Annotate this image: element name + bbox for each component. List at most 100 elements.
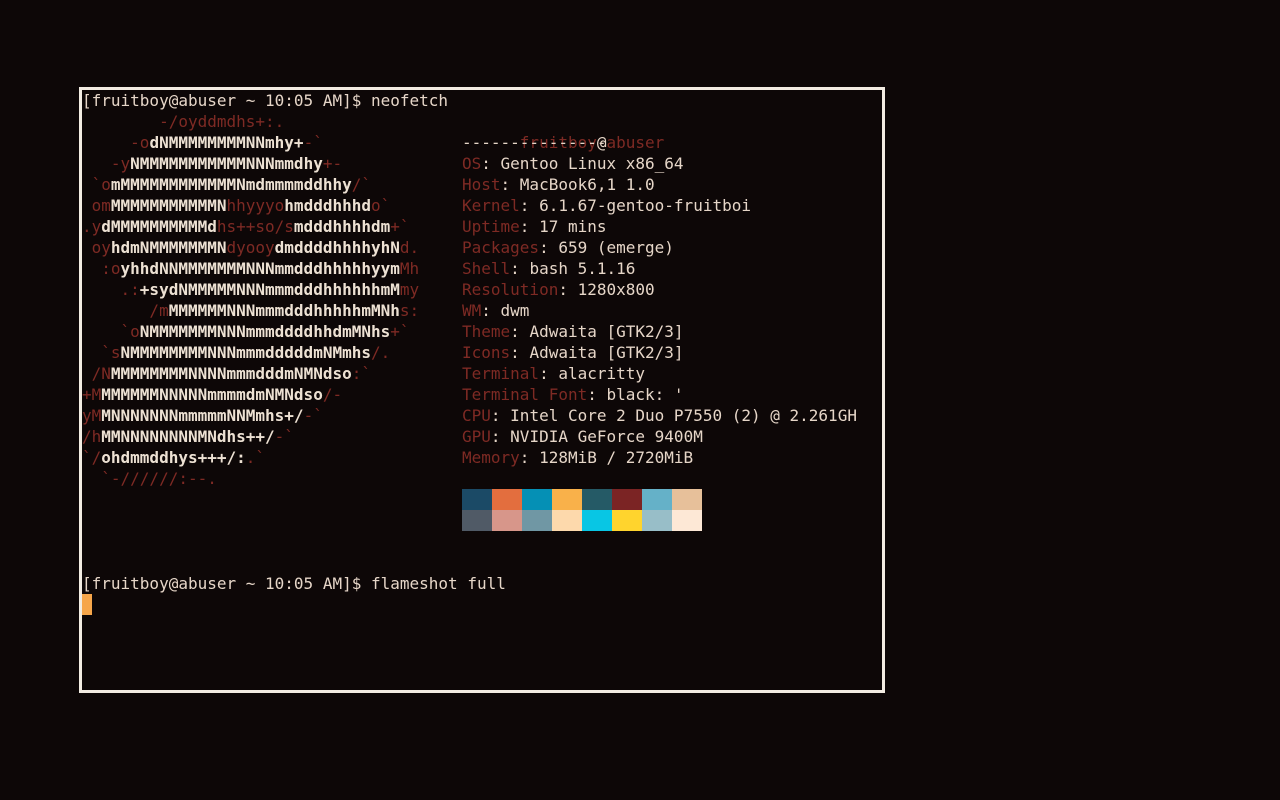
logo-segment: mMMMMMMMMMMMMNmdmmmmddhhy bbox=[110, 175, 352, 194]
palette-swatch bbox=[582, 510, 612, 531]
logo-segment: .y bbox=[82, 217, 102, 236]
logo-segment: /h bbox=[82, 427, 102, 446]
info-key: Shell bbox=[462, 259, 511, 278]
logo-segment: dmddddhhhhyhN bbox=[274, 238, 400, 257]
logo-segment: dMMMMMMMMMMd bbox=[101, 217, 217, 236]
info-separator: : bbox=[510, 259, 530, 278]
logo-segment: s: bbox=[399, 301, 420, 320]
logo-segment: /m bbox=[82, 301, 169, 320]
logo-segment: +M bbox=[82, 385, 102, 404]
info-row-icons: Icons: Adwaita [GTK2/3] bbox=[462, 342, 684, 363]
info-row-theme: Theme: Adwaita [GTK2/3] bbox=[462, 321, 684, 342]
info-row-wm: WM: dwm bbox=[462, 300, 529, 321]
info-separator: : bbox=[539, 364, 559, 383]
logo-segment: +` bbox=[390, 217, 410, 236]
palette-swatch bbox=[522, 489, 552, 510]
info-value: alacritty bbox=[558, 364, 646, 383]
logo-segment: yM bbox=[82, 406, 102, 425]
info-value: 1280x800 bbox=[577, 280, 655, 299]
info-separator: : bbox=[558, 280, 578, 299]
logo-segment: .: bbox=[82, 280, 140, 299]
logo-segment: -/oyddmdhs+:. bbox=[82, 112, 285, 131]
info-separator: : bbox=[500, 175, 520, 194]
logo-segment: +- bbox=[322, 154, 343, 173]
info-key: Theme bbox=[462, 322, 511, 341]
logo-segment: /N bbox=[82, 364, 111, 383]
logo-segment: +` bbox=[390, 322, 410, 341]
logo-segment: hdmNMMMMMMMN bbox=[110, 238, 227, 257]
logo-segment: NMMMMMMMMMMMNNNmmdhy bbox=[130, 154, 323, 173]
logo-segment: NMMMMMMMNNNmmmddddhhdmMNhs bbox=[139, 322, 391, 341]
info-row-cpu: CPU: Intel Core 2 Duo P7550 (2) @ 2.261G… bbox=[462, 405, 857, 426]
logo-segment: MMMMMMNNNmmmdddhhhhhmMNh bbox=[168, 301, 400, 320]
info-row-terminal-font: Terminal Font: black: ' bbox=[462, 384, 684, 405]
palette-swatch bbox=[642, 489, 672, 510]
info-separator: : bbox=[587, 385, 607, 404]
logo-segment: mdddhhhhdm bbox=[293, 217, 391, 236]
info-separator: : bbox=[519, 217, 540, 236]
info-key: Memory bbox=[462, 448, 520, 467]
logo-line: `-//////:--. bbox=[82, 468, 217, 489]
logo-segment: yhhdNNMMMMMMMNNNmmdddhhhhhyym bbox=[120, 259, 400, 278]
logo-line: `omMMMMMMMMMMMMNmdmmmmddhhy/` bbox=[82, 174, 371, 195]
terminal-window[interactable]: [fruitboy@abuser ~ 10:05 AM]$ neofetch -… bbox=[79, 87, 885, 693]
logo-segment: -` bbox=[303, 133, 323, 152]
logo-line: /NMMMMMMMMNNNNmmmdddmNMNdso:` bbox=[82, 363, 371, 384]
palette-swatch bbox=[582, 489, 612, 510]
logo-segment: Mh bbox=[399, 259, 420, 278]
palette-swatch bbox=[552, 489, 582, 510]
palette-swatch bbox=[612, 510, 642, 531]
logo-line: /mMMMMMMNNNmmmdddhhhhhmMNhs: bbox=[82, 300, 419, 321]
logo-segment: ohdmmddhys+++/: bbox=[101, 448, 246, 467]
info-value: dwm bbox=[500, 301, 530, 320]
logo-segment: .` bbox=[245, 448, 266, 467]
logo-segment: o` bbox=[371, 196, 391, 215]
logo-segment: MMNNNNNNNNMNdhs++/ bbox=[101, 427, 275, 446]
logo-line: oyhdmNMMMMMMMNdyooydmddddhhhhyhNd. bbox=[82, 237, 420, 258]
info-value: 659 (emerge) bbox=[558, 238, 674, 257]
info-row-uptime: Uptime: 17 mins bbox=[462, 216, 607, 237]
info-row-gpu: GPU: NVIDIA GeForce 9400M bbox=[462, 426, 703, 447]
info-key: Resolution bbox=[462, 280, 559, 299]
palette-swatch bbox=[492, 510, 522, 531]
logo-segment: om bbox=[82, 196, 111, 215]
logo-segment: d. bbox=[399, 238, 420, 257]
info-key: Host bbox=[462, 175, 501, 194]
info-key: Terminal bbox=[462, 364, 540, 383]
info-key: Icons bbox=[462, 343, 511, 362]
logo-line: omMMMMMMMMMMMNhhyyyohmdddhhhdo` bbox=[82, 195, 391, 216]
info-value: 6.1.67-gentoo-fruitboi bbox=[539, 196, 751, 215]
logo-segment: -` bbox=[303, 406, 323, 425]
info-value: Adwaita [GTK2/3] bbox=[529, 322, 684, 341]
palette-swatch bbox=[462, 489, 492, 510]
info-row-packages: Packages: 659 (emerge) bbox=[462, 237, 674, 258]
info-row-resolution: Resolution: 1280x800 bbox=[462, 279, 655, 300]
logo-segment: +sydNMMMMMNNNmmmdddhhhhhhmM bbox=[139, 280, 400, 299]
info-separator: : bbox=[539, 238, 559, 257]
command-line-neofetch: [fruitboy@abuser ~ 10:05 AM]$ neofetch bbox=[82, 91, 449, 110]
logo-line: .:+sydNMMMMMNNNmmmdddhhhhhhmMmy bbox=[82, 279, 420, 300]
info-key: Uptime bbox=[462, 217, 520, 236]
info-separator: : bbox=[510, 343, 530, 362]
palette-swatch bbox=[642, 510, 672, 531]
info-separator: : bbox=[481, 301, 501, 320]
info-value: NVIDIA GeForce 9400M bbox=[510, 427, 703, 446]
palette-swatch bbox=[462, 510, 492, 531]
logo-segment: `/ bbox=[82, 448, 102, 467]
logo-line: `oNMMMMMMMNNNmmmddddhhdmMNhs+` bbox=[82, 321, 410, 342]
logo-line: -/oyddmdhs+:. bbox=[82, 111, 284, 132]
logo-line: -odNMMMMMMMMNNmhy+-` bbox=[82, 132, 323, 153]
info-value: Gentoo Linux x86_64 bbox=[500, 154, 684, 173]
logo-line: `/ohdmmddhys+++/:.` bbox=[82, 447, 265, 468]
info-value: Intel Core 2 Duo P7550 (2) @ 2.261GH bbox=[510, 406, 857, 425]
logo-segment: hmdddhhhd bbox=[284, 196, 371, 215]
info-value: MacBook6,1 1.0 bbox=[519, 175, 655, 194]
hostname: abuser bbox=[606, 133, 665, 152]
logo-line: +MMMMMMMNNNNNmmmmdmNMNdso/- bbox=[82, 384, 342, 405]
logo-segment: :` bbox=[351, 364, 371, 383]
info-row-terminal: Terminal: alacritty bbox=[462, 363, 645, 384]
info-key: Terminal Font bbox=[462, 385, 588, 404]
info-row-os: OS: Gentoo Linux x86_64 bbox=[462, 153, 684, 174]
logo-segment: /` bbox=[351, 175, 371, 194]
info-key: Kernel bbox=[462, 196, 520, 215]
